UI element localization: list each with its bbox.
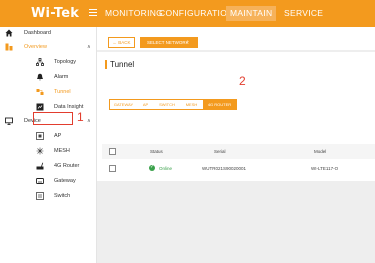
sidebar-item-label: Dashboard (24, 30, 51, 36)
tab-gateway[interactable]: GATEWAY (110, 100, 137, 109)
select-network-label: SELECT NETWORK (147, 40, 189, 45)
sidebar-item-ap[interactable]: AP (0, 130, 97, 142)
online-status-icon: ✓ (149, 164, 155, 171)
sidebar-item-label: 4G Router (54, 163, 80, 169)
sidebar-item-topology[interactable]: Topology (0, 56, 97, 68)
sidebar-item-tunnel[interactable]: Tunnel (0, 86, 97, 98)
annotation-highlight-tunnel (33, 112, 73, 125)
gateway-icon (36, 178, 44, 184)
title-accent-bar (105, 60, 107, 69)
monitor-icon (5, 117, 13, 125)
sidebar-item-label: Switch (54, 193, 71, 199)
sidebar-item-label: MESH (54, 148, 70, 154)
sidebar-item-label: Alarm (54, 74, 69, 80)
ap-icon (36, 132, 44, 140)
serial-value: WUTR021S90020001 (202, 166, 247, 171)
sidebar-item-alarm[interactable]: Alarm (0, 71, 97, 83)
nav-maintain[interactable]: MAINTAIN (226, 6, 277, 21)
tunnel-icon (36, 89, 44, 95)
sidebar-item-gateway[interactable]: Gateway (0, 175, 97, 187)
sidebar: Dashboard Overview ∧ Topology Alarm Tunn… (0, 27, 97, 263)
tab-4g-router[interactable]: 4G ROUTER (203, 100, 236, 109)
chevron-up-icon: ∧ (87, 44, 91, 50)
sidebar-item-4g-router[interactable]: 4G Router (0, 160, 97, 172)
table-row[interactable]: ✓ Online WUTR021S90020001 WI-LTE117-O (102, 159, 375, 178)
sidebar-item-label: Tunnel (54, 89, 71, 95)
annotation-number-2: 2 (239, 74, 246, 88)
page-title: Tunnel (110, 60, 135, 69)
mesh-icon (36, 147, 44, 155)
router-icon (36, 162, 44, 170)
menu-toggle-icon[interactable] (89, 9, 97, 16)
nav-monitoring[interactable]: MONITORING (105, 8, 163, 18)
tunnel-panel: Tunnel GATEWAY AP SWITCH MESH 4G ROUTER … (97, 52, 375, 181)
insight-icon (36, 103, 44, 111)
sidebar-item-label: Overview (24, 44, 47, 50)
chevron-right-icon: › (187, 39, 189, 45)
bell-icon (37, 73, 43, 81)
row-checkbox[interactable] (109, 165, 116, 172)
top-navigation-bar: Wi-Tek MONITORING CONFIGURATION MAINTAIN… (0, 0, 375, 27)
tab-switch[interactable]: SWITCH (154, 100, 180, 109)
device-type-tabs: GATEWAY AP SWITCH MESH 4G ROUTER (109, 99, 237, 110)
table-header: Status Serial Model (102, 144, 375, 159)
nav-configuration[interactable]: CONFIGURATION (159, 8, 234, 18)
sidebar-item-overview[interactable]: Overview ∧ (0, 41, 97, 53)
column-header-model: Model (314, 149, 327, 154)
sidebar-item-mesh[interactable]: MESH (0, 145, 97, 157)
column-header-serial: Serial (214, 149, 226, 154)
topology-icon (36, 58, 44, 66)
chart-icon (5, 43, 13, 51)
model-value: WI-LTE117-O (311, 166, 339, 171)
wi-tek-logo[interactable]: Wi-Tek (31, 6, 79, 21)
nav-service[interactable]: SERVICE (284, 8, 323, 18)
chevron-up-icon: ∧ (87, 118, 91, 124)
main-content: ← BACK SELECT NETWORK › Tunnel GATEWAY A… (97, 27, 375, 263)
back-button[interactable]: ← BACK (108, 37, 135, 48)
sidebar-item-label: AP (54, 133, 62, 139)
status-text: Online (159, 166, 173, 171)
annotation-number-1: 1 (77, 110, 84, 124)
sidebar-item-label: Topology (54, 59, 77, 65)
select-network-button[interactable]: SELECT NETWORK › (140, 37, 198, 48)
switch-icon (36, 192, 44, 200)
action-toolbar: ← BACK SELECT NETWORK › (97, 27, 375, 50)
home-icon (5, 29, 13, 37)
sidebar-item-dashboard[interactable]: Dashboard (0, 27, 97, 39)
select-all-checkbox[interactable] (109, 148, 116, 155)
tab-mesh[interactable]: MESH (180, 100, 203, 109)
sidebar-item-label: Gateway (54, 178, 76, 184)
column-header-status: Status (150, 149, 163, 154)
tab-ap[interactable]: AP (137, 100, 154, 109)
sidebar-item-switch[interactable]: Switch (0, 190, 97, 202)
